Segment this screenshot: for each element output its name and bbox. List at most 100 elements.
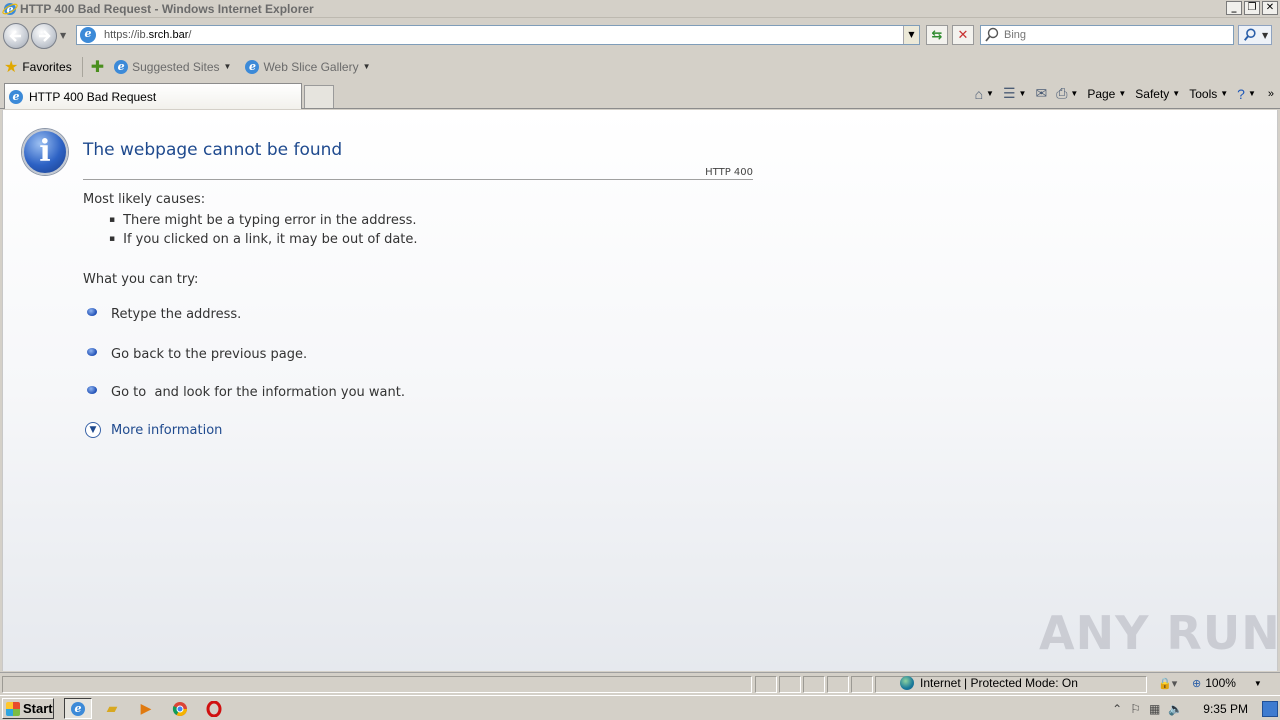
taskbar-media-player-button[interactable]: ▶ (132, 698, 160, 719)
folder-icon: ▰ (106, 700, 118, 716)
mail-icon: ✉ (1035, 85, 1048, 101)
taskbar-ie-button[interactable]: e (64, 698, 92, 719)
more-information-link[interactable]: ▼ More information (85, 422, 222, 438)
ie-page-icon: e (114, 59, 129, 74)
stop-button[interactable]: ✕ (952, 25, 974, 45)
chrome-icon (172, 701, 187, 716)
rss-feed-icon: ☰ (1002, 85, 1016, 101)
address-url[interactable]: https://ib.srch.bar/ (104, 29, 191, 41)
ie-logo-icon: e (2, 2, 18, 16)
network-icon[interactable]: ▦ (1149, 702, 1160, 716)
media-player-icon: ▶ (140, 700, 152, 716)
add-to-favorites-icon[interactable]: ✚ (91, 57, 104, 77)
forward-arrow-icon (39, 30, 51, 42)
back-button[interactable] (3, 23, 29, 49)
minimize-button[interactable]: _ (1226, 1, 1242, 15)
try-item[interactable]: Go back to the previous page. (87, 347, 307, 362)
status-cell (755, 676, 777, 693)
suggested-sites-link[interactable]: e Suggested Sites ▼ (114, 59, 232, 74)
internet-globe-icon (900, 676, 914, 690)
try-item: Go to and look for the information you w… (87, 385, 405, 400)
print-button[interactable]: ⎙ ▼ (1053, 85, 1081, 102)
feeds-button[interactable]: ☰ ▼ (1000, 85, 1029, 102)
security-zone[interactable]: Internet | Protected Mode: On (900, 676, 1078, 690)
show-desktop-button[interactable] (1262, 700, 1278, 717)
help-icon: ? (1237, 85, 1245, 102)
refresh-button[interactable]: ⇆ (926, 25, 948, 45)
status-text-cell (2, 676, 752, 693)
taskbar-chrome-button[interactable] (166, 698, 194, 719)
window-controls: _ ❐ ✕ (1226, 1, 1278, 15)
read-mail-button[interactable]: ✉ (1032, 85, 1050, 102)
home-button[interactable]: ⌂ ▼ (972, 86, 997, 102)
back-arrow-icon (9, 30, 21, 42)
window-title: HTTP 400 Bad Request - Windows Internet … (20, 1, 314, 16)
search-box[interactable] (980, 25, 1234, 45)
title-bar: e HTTP 400 Bad Request - Windows Interne… (0, 0, 1280, 18)
windows-logo-icon (6, 701, 20, 716)
bullet-icon (87, 385, 97, 394)
forward-button[interactable] (31, 23, 57, 49)
status-cell (779, 676, 801, 693)
favorites-button[interactable]: ★ Favorites (4, 57, 72, 77)
http-status-code: HTTP 400 (705, 167, 753, 178)
safety-menu[interactable]: Safety ▼ (1132, 87, 1183, 101)
bullet-icon (87, 347, 97, 356)
tools-menu[interactable]: Tools ▼ (1186, 87, 1231, 101)
try-title: What you can try: (83, 272, 199, 287)
causes-title: Most likely causes: (83, 192, 206, 207)
taskbar-opera-button[interactable] (200, 698, 228, 719)
protected-mode-icon[interactable]: 🔒▾ (1158, 677, 1177, 690)
new-tab-button[interactable] (304, 85, 334, 108)
status-cell (851, 676, 873, 693)
zoom-level-button[interactable]: ⊕ 100% ▼ (1192, 676, 1262, 690)
volume-icon[interactable]: 🔈 (1168, 702, 1183, 716)
address-dropdown-button[interactable]: ▼ (903, 26, 919, 44)
favorites-separator (81, 56, 83, 77)
chevron-down-icon: ▼ (223, 62, 232, 71)
opera-icon (206, 700, 222, 717)
tab-row: e HTTP 400 Bad Request ⌂ ▼ ☰ ▼ ✉ ⎙ ▼ Page ▼ … (0, 81, 1280, 109)
search-provider-icon (985, 27, 999, 42)
anyrun-watermark: ANY RUN (1039, 606, 1280, 660)
heading-divider (83, 179, 753, 180)
taskbar: Start e ▰ ▶ ⌃ ⚐ ▦ 🔈 9:35 PM (0, 695, 1280, 720)
close-button[interactable]: ✕ (1262, 1, 1278, 15)
cause-item: There might be a typing error in the add… (109, 213, 416, 228)
command-bar: ⌂ ▼ ☰ ▼ ✉ ⎙ ▼ Page ▼ Safety ▼ Tools ▼ ? ▼ » (972, 85, 1274, 102)
restore-button[interactable]: ❐ (1244, 1, 1260, 15)
favorites-bar: ★ Favorites ✚ e Suggested Sites ▼ e Web … (0, 53, 1280, 80)
system-tray: ⌃ ⚐ ▦ 🔈 9:35 PM (1112, 698, 1278, 719)
address-bar[interactable]: e https://ib.srch.bar/ ▼ (76, 25, 920, 45)
page-content: i The webpage cannot be found HTTP 400 M… (2, 110, 1280, 671)
action-center-flag-icon[interactable]: ⚐ (1130, 702, 1141, 716)
more-commands-chevron[interactable]: » (1268, 88, 1274, 100)
web-slice-gallery-link[interactable]: e Web Slice Gallery ▼ (245, 59, 371, 74)
zoom-icon: ⊕ (1192, 677, 1202, 690)
start-button[interactable]: Start (2, 698, 54, 719)
search-input[interactable] (1004, 29, 1204, 41)
chevron-down-icon: ▼ (1253, 678, 1262, 688)
info-icon: i (22, 129, 68, 175)
stop-icon: ✕ (957, 27, 969, 43)
tab-http-400[interactable]: e HTTP 400 Bad Request (4, 83, 302, 109)
help-button[interactable]: ? ▼ (1234, 86, 1259, 102)
home-icon: ⌂ (974, 85, 984, 102)
internet-explorer-icon: e (71, 701, 85, 716)
show-hidden-icons-icon[interactable]: ⌃ (1112, 702, 1122, 716)
page-menu[interactable]: Page ▼ (1084, 87, 1129, 101)
clock[interactable]: 9:35 PM (1203, 702, 1248, 716)
refresh-icon: ⇆ (931, 27, 943, 43)
try-item: Retype the address. (87, 307, 241, 322)
bullet-icon (87, 307, 97, 316)
status-bar: Internet | Protected Mode: On 🔒▾ ⊕ 100% … (0, 672, 1280, 694)
error-heading: The webpage cannot be found (83, 140, 343, 160)
recent-pages-dropdown[interactable]: ▼ (60, 31, 66, 40)
search-button[interactable]: ▼ (1238, 25, 1272, 45)
taskbar-explorer-button[interactable]: ▰ (98, 698, 126, 719)
tab-page-icon: e (9, 89, 23, 104)
search-options-dropdown[interactable]: ▼ (1262, 31, 1268, 40)
ie-page-icon: e (245, 59, 260, 74)
printer-icon: ⎙ (1056, 85, 1068, 101)
cause-item: If you clicked on a link, it may be out … (109, 232, 417, 247)
